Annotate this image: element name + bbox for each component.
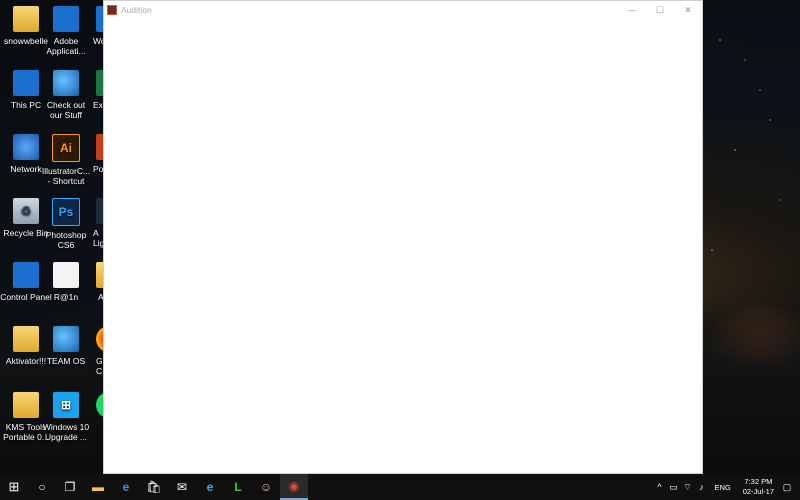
system-tray: ^ ▭ ⌔ ♪ ENG 7:32 PM 02-Jul-17 ▢ [652, 474, 800, 500]
document-icon [53, 262, 79, 288]
mail-taskbar-icon[interactable]: ✉ [168, 474, 196, 500]
audition-taskbar-icon[interactable]: ◉ [280, 474, 308, 500]
desktop-icon-team-os[interactable]: TEAM OS [40, 326, 92, 366]
volume-icon[interactable]: ♪ [694, 482, 708, 492]
taskbar: ⊞ ○ ❐ ▬ e 🛍 ✉ e L ☺ ◉ ^ ▭ ⌔ ♪ ENG 7:32 P… [0, 474, 800, 500]
folder-icon [13, 326, 39, 352]
network-icon [13, 134, 39, 160]
close-button[interactable]: ✕ [674, 1, 702, 19]
windows-logo-icon: ⊞ [53, 392, 79, 418]
edge-taskbar-icon[interactable]: e [112, 474, 140, 500]
battery-icon[interactable]: ▭ [666, 482, 680, 493]
file-explorer-taskbar-icon[interactable]: ▬ [84, 474, 112, 500]
folder-icon [13, 392, 39, 418]
search-button[interactable]: ○ [28, 474, 56, 500]
audition-app-icon [107, 5, 117, 15]
desktop-icon-check-out-our-stuff[interactable]: Check out our Stuff [40, 70, 92, 120]
computer-icon [13, 70, 39, 96]
desktop-icon-photoshop[interactable]: Ps Photoshop CS6 [40, 198, 92, 250]
chevron-up-icon[interactable]: ^ [652, 482, 666, 492]
clock[interactable]: 7:32 PM 02-Jul-17 [743, 477, 774, 497]
recycle-bin-icon: ♻ [13, 198, 39, 224]
start-button[interactable]: ⊞ [0, 474, 28, 500]
window-content [104, 19, 702, 473]
audition-window[interactable]: Audition — ☐ ✕ [103, 0, 703, 474]
action-center-icon[interactable]: ▢ [780, 482, 794, 493]
clock-date: 02-Jul-17 [742, 487, 774, 496]
window-shortcut-icon [53, 6, 79, 32]
maximize-button[interactable]: ☐ [646, 1, 674, 19]
photoshop-icon: Ps [52, 198, 80, 226]
desktop-icon-windows-10-upgrade[interactable]: ⊞ Windows 10 Upgrade ... [40, 392, 92, 442]
line-taskbar-icon[interactable]: L [224, 474, 252, 500]
task-view-button[interactable]: ❐ [56, 474, 84, 500]
desktop-icon-r1n[interactable]: R@1n [40, 262, 92, 302]
globe-icon [53, 70, 79, 96]
clock-time: 7:32 PM [744, 477, 773, 486]
desktop-icon-adobe-applications[interactable]: Adobe Applicati... [40, 6, 92, 56]
minimize-button[interactable]: — [618, 1, 646, 19]
internet-explorer-taskbar-icon[interactable]: e [196, 474, 224, 500]
globe-icon [53, 326, 79, 352]
window-title: Audition [121, 5, 152, 15]
desktop-icon-illustrator[interactable]: Ai IllustratorC... - Shortcut [40, 134, 92, 186]
control-panel-icon [13, 262, 39, 288]
illustrator-icon: Ai [52, 134, 80, 162]
wifi-icon[interactable]: ⌔ [680, 482, 694, 493]
window-titlebar[interactable]: Audition — ☐ ✕ [104, 1, 702, 19]
game-taskbar-icon[interactable]: ☺ [252, 474, 280, 500]
store-taskbar-icon[interactable]: 🛍 [140, 474, 168, 500]
folder-icon [13, 6, 39, 32]
language-indicator[interactable]: ENG [714, 483, 730, 492]
